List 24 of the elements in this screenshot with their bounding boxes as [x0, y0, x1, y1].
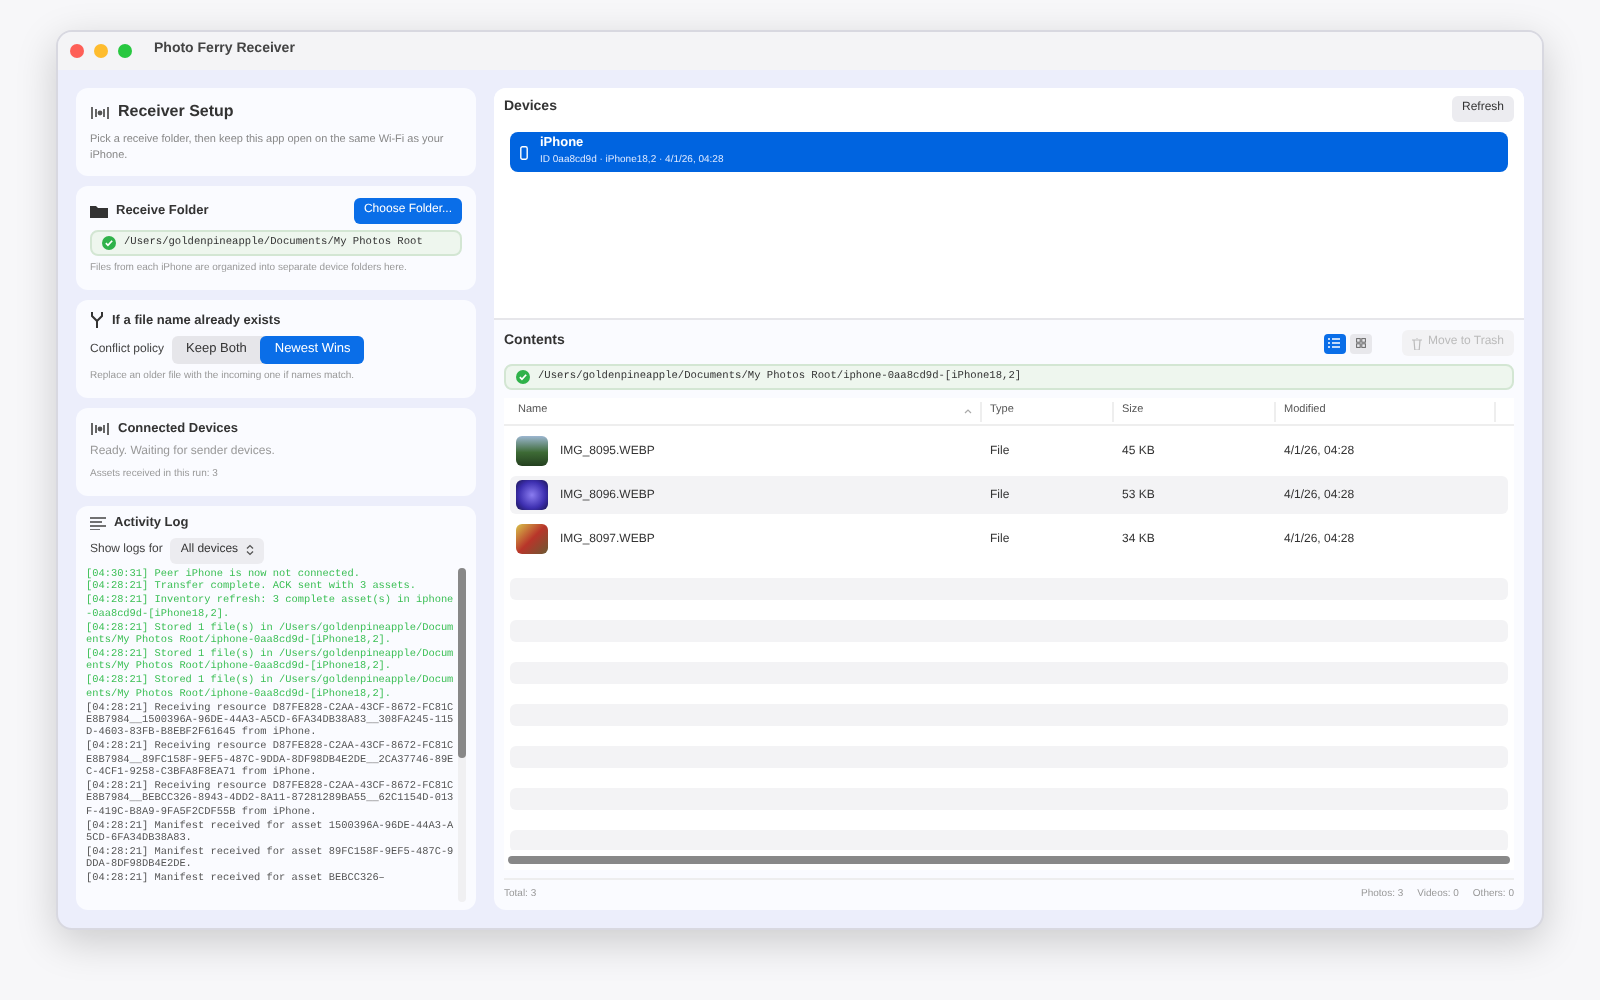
trash-icon [1411, 337, 1422, 349]
horizontal-scrollbar[interactable] [508, 856, 1510, 864]
list-view-icon [1328, 338, 1341, 348]
scrollbar-thumb[interactable] [458, 567, 466, 757]
folder-icon [90, 204, 108, 218]
broadcast-icon [90, 421, 110, 436]
grid-view-icon [1355, 338, 1366, 348]
zoom-icon[interactable] [118, 44, 132, 58]
section-title: Receiver Setup [118, 100, 234, 124]
view-toggle-button[interactable] [1349, 333, 1372, 353]
check-icon [516, 370, 530, 384]
phone-icon [520, 145, 528, 159]
broadcast-icon [90, 105, 110, 119]
merge-icon [90, 312, 104, 329]
view-toggle-button[interactable] [1323, 333, 1346, 353]
sort-ascending-icon [964, 408, 972, 414]
check-icon [102, 236, 116, 250]
photo-thumbnail [516, 480, 548, 510]
minimize-icon[interactable] [94, 44, 108, 58]
chevron-updown-icon [246, 544, 255, 556]
photo-thumbnail [516, 524, 548, 554]
photo-thumbnail [516, 436, 548, 466]
list-icon [90, 516, 106, 531]
close-icon[interactable] [70, 44, 84, 58]
